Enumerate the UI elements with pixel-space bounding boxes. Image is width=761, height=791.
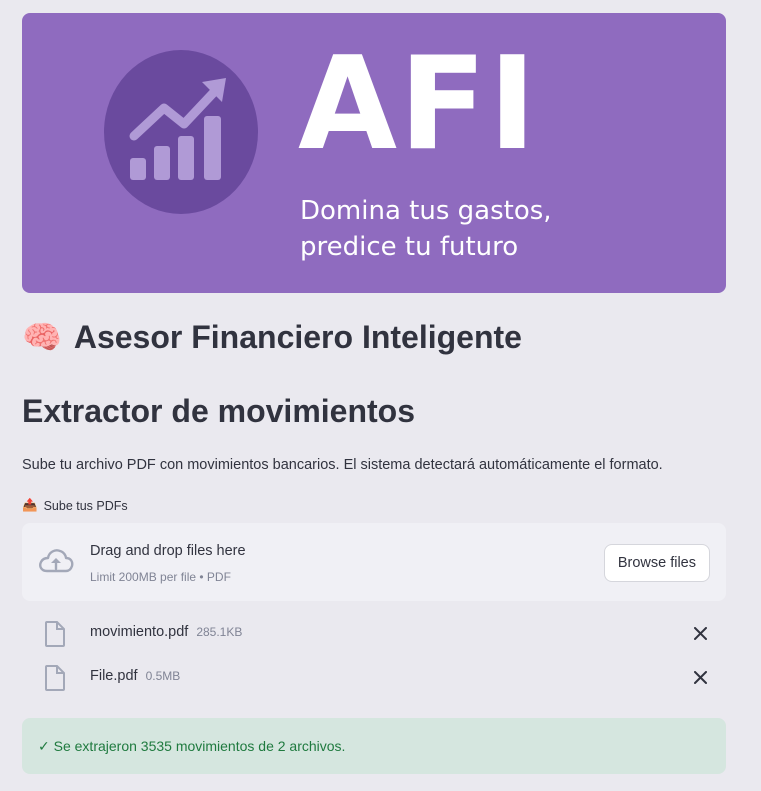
file-name-text: File.pdf	[90, 668, 138, 684]
tagline-line-2: predice tu futuro	[300, 232, 519, 262]
uploaded-file-row: movimiento.pdf 285.1KB	[22, 613, 726, 653]
app-title: 🧠 Asesor Financiero Inteligente	[22, 318, 522, 356]
hero-banner: AFI Domina tus gastos, predice tu futuro	[22, 13, 726, 293]
uploaded-file-row: File.pdf 0.5MB	[22, 657, 726, 697]
file-name-text: movimiento.pdf	[90, 624, 189, 640]
check-icon: ✓	[38, 737, 50, 754]
file-name: movimiento.pdf 285.1KB	[90, 624, 242, 640]
uploader-label: 📤 Sube tus PDFs	[22, 498, 128, 513]
success-message-text: Se extrajeron 3535 movimientos de 2 arch…	[53, 737, 346, 754]
remove-file-button[interactable]	[688, 665, 712, 689]
close-icon	[693, 670, 707, 684]
file-icon	[45, 665, 65, 691]
close-icon	[693, 626, 707, 640]
page-title: Extractor de movimientos	[22, 393, 415, 429]
file-icon	[45, 621, 65, 647]
file-name: File.pdf 0.5MB	[90, 668, 180, 684]
file-dropzone[interactable]: Drag and drop files here Limit 200MB per…	[22, 523, 726, 601]
brain-icon: 🧠	[22, 319, 62, 355]
dropzone-title: Drag and drop files here	[90, 543, 246, 559]
remove-file-button[interactable]	[688, 621, 712, 645]
brand-tagline: Domina tus gastos, predice tu futuro	[300, 193, 552, 265]
chart-up-icon	[104, 50, 258, 214]
file-size: 285.1KB	[196, 625, 243, 639]
brand-logo-text: AFI	[298, 30, 539, 179]
success-alert: ✓ Se extrajeron 3535 movimientos de 2 ar…	[22, 718, 726, 774]
file-size: 0.5MB	[145, 669, 181, 683]
tagline-line-1: Domina tus gastos,	[300, 196, 552, 226]
app-title-text: Asesor Financiero Inteligente	[73, 318, 522, 355]
cloud-upload-icon	[39, 549, 74, 573]
upload-tray-icon: 📤	[22, 498, 38, 512]
dropzone-limit: Limit 200MB per file • PDF	[90, 570, 231, 584]
browse-files-button[interactable]: Browse files	[603, 544, 710, 582]
success-message: ✓ Se extrajeron 3535 movimientos de 2 ar…	[38, 738, 345, 755]
page-description: Sube tu archivo PDF con movimientos banc…	[22, 457, 663, 473]
uploader-label-text: Sube tus PDFs	[43, 498, 128, 513]
